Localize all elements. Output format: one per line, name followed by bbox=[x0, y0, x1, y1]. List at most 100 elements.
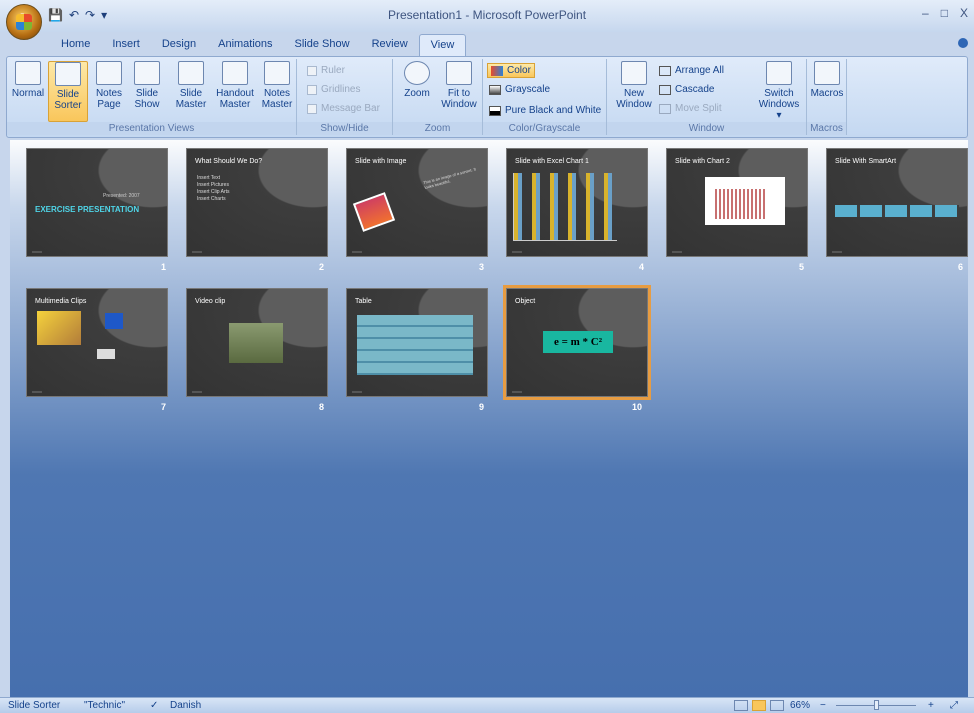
office-button[interactable] bbox=[6, 4, 42, 40]
zoom-out-button[interactable]: − bbox=[820, 700, 826, 711]
excel-chart-image bbox=[513, 173, 617, 241]
slide-title: What Should We Do? bbox=[195, 158, 263, 165]
switch-windows-icon bbox=[766, 61, 792, 85]
status-language[interactable]: Danish bbox=[170, 700, 201, 711]
new-window-label-2: Window bbox=[616, 99, 652, 110]
arrange-all-button[interactable]: Arrange All bbox=[659, 65, 724, 76]
cascade-button[interactable]: Cascade bbox=[659, 84, 714, 95]
slide-thumbnail[interactable]: Slide with Excel Chart 1 bbox=[506, 148, 648, 257]
tab-home[interactable]: Home bbox=[50, 34, 101, 56]
checkbox-icon bbox=[307, 103, 317, 114]
handout-master-label-1: Handout bbox=[216, 88, 254, 99]
normal-label: Normal bbox=[11, 88, 45, 99]
slide-thumbnail[interactable]: What Should We Do? Insert Text Insert Pi… bbox=[186, 148, 328, 257]
handout-master-button[interactable]: Handout Master bbox=[213, 61, 257, 110]
normal-view-status-icon[interactable] bbox=[734, 700, 748, 711]
macros-button[interactable]: Macros bbox=[810, 61, 844, 99]
move-split-button[interactable]: Move Split bbox=[659, 103, 722, 114]
zoom-slider-thumb[interactable] bbox=[874, 700, 879, 710]
pure-black-white-button[interactable]: Pure Black and White bbox=[489, 105, 601, 116]
slide-thumbnail-selected[interactable]: Object e = m * C² bbox=[503, 285, 651, 400]
slide-show-button[interactable]: Slide Show bbox=[129, 61, 165, 110]
minimize-button[interactable]: – bbox=[922, 6, 929, 20]
slide-number: 6 bbox=[958, 262, 964, 272]
chart-image bbox=[705, 177, 785, 225]
slide-title: Table bbox=[355, 298, 372, 305]
bullet: Insert Text bbox=[197, 175, 220, 181]
group-zoom: Zoom Fit to Window Zoom bbox=[393, 59, 483, 135]
slide-number: 4 bbox=[639, 262, 645, 272]
slide-title: Multimedia Clips bbox=[35, 298, 87, 305]
slide-footer bbox=[32, 391, 42, 393]
new-window-button[interactable]: New Window bbox=[615, 61, 653, 110]
group-macros: Macros Macros bbox=[807, 59, 847, 135]
video-frame-image bbox=[229, 323, 283, 363]
fit-to-window-button[interactable]: Fit to Window bbox=[439, 61, 479, 110]
help-icon[interactable] bbox=[958, 38, 968, 48]
fit-to-window-icon bbox=[446, 61, 472, 85]
slide-show-label-2: Show bbox=[134, 99, 160, 110]
maximize-button[interactable]: □ bbox=[941, 6, 948, 20]
message-bar-checkbox[interactable]: Message Bar bbox=[307, 103, 380, 114]
ribbon-tabs: Home Insert Design Animations Slide Show… bbox=[50, 34, 467, 56]
notes-page-button[interactable]: Notes Page bbox=[91, 61, 127, 110]
slide-sorter-button[interactable]: Slide Sorter bbox=[48, 61, 88, 122]
slide-thumbnail[interactable]: Multimedia Clips bbox=[26, 288, 168, 397]
fit-slide-icon[interactable]: ⤢ bbox=[950, 700, 958, 711]
slide-number: 2 bbox=[319, 262, 325, 272]
title-bar: 💾 ↶ ↷ ▾ Presentation1 - Microsoft PowerP… bbox=[0, 0, 974, 40]
switch-windows-button[interactable]: Switch Windows ▾ bbox=[755, 61, 803, 121]
projector-image bbox=[97, 349, 115, 359]
slide-thumbnail[interactable]: Slide with Image This is an image of a s… bbox=[346, 148, 488, 257]
slide-title: Video clip bbox=[195, 298, 226, 305]
slide-number: 3 bbox=[479, 262, 485, 272]
slide-thumbnail[interactable]: Slide With SmartArt bbox=[826, 148, 968, 257]
zoom-in-button[interactable]: + bbox=[928, 700, 934, 711]
tab-design[interactable]: Design bbox=[151, 34, 207, 56]
color-icon bbox=[491, 65, 503, 76]
new-window-label-1: New bbox=[623, 88, 644, 99]
slide-caption: This is an image of a sunset. It looks b… bbox=[422, 166, 477, 191]
tab-animations[interactable]: Animations bbox=[207, 34, 283, 56]
sunset-image bbox=[352, 192, 396, 232]
spellcheck-icon[interactable]: ✓ bbox=[150, 700, 158, 711]
slide-title: Slide with Excel Chart 1 bbox=[515, 158, 589, 165]
group-label: Window bbox=[607, 122, 806, 135]
gridlines-checkbox[interactable]: Gridlines bbox=[307, 84, 360, 95]
slide-master-button[interactable]: Slide Master bbox=[171, 61, 211, 110]
notes-master-button[interactable]: Notes Master bbox=[257, 61, 297, 110]
slide-sorter-status-icon[interactable] bbox=[752, 700, 766, 711]
zoom-level[interactable]: 66% bbox=[790, 700, 810, 711]
slide-thumbnail[interactable]: Video clip bbox=[186, 288, 328, 397]
notes-page-icon bbox=[96, 61, 122, 85]
slide-footer bbox=[192, 251, 202, 253]
bullet: Insert Pictures bbox=[197, 182, 229, 188]
slide-footer bbox=[832, 251, 842, 253]
black-white-icon bbox=[489, 105, 501, 116]
grayscale-button[interactable]: Grayscale bbox=[489, 84, 550, 95]
normal-view-button[interactable]: Normal bbox=[9, 61, 47, 99]
message-bar-label: Message Bar bbox=[321, 103, 380, 114]
tab-review[interactable]: Review bbox=[361, 34, 419, 56]
notes-page-label-1: Notes bbox=[95, 88, 123, 99]
grayscale-icon bbox=[489, 84, 501, 95]
slide-title: Slide with Chart 2 bbox=[675, 158, 730, 165]
zoom-button[interactable]: Zoom bbox=[399, 61, 435, 99]
slide-thumbnail[interactable]: Slide with Chart 2 bbox=[666, 148, 808, 257]
tab-view[interactable]: View bbox=[418, 34, 467, 56]
ruler-checkbox[interactable]: Ruler bbox=[307, 65, 345, 76]
group-label: Macros bbox=[807, 122, 846, 135]
slide-thumbnail[interactable]: Presented: 2007 EXERCISE PRESENTATION bbox=[26, 148, 168, 257]
equation-object: e = m * C² bbox=[543, 331, 613, 353]
group-label: Color/Grayscale bbox=[483, 122, 606, 135]
color-button[interactable]: Color bbox=[487, 63, 535, 78]
slide-number: 1 bbox=[161, 262, 167, 272]
slide-thumbnail[interactable]: Table bbox=[346, 288, 488, 397]
slide-number: 7 bbox=[161, 402, 167, 412]
slide-title: EXERCISE PRESENTATION bbox=[35, 205, 140, 214]
tab-insert[interactable]: Insert bbox=[101, 34, 151, 56]
slide-show-status-icon[interactable] bbox=[770, 700, 784, 711]
close-button[interactable]: X bbox=[960, 6, 968, 20]
tab-slide-show[interactable]: Slide Show bbox=[284, 34, 361, 56]
group-label: Zoom bbox=[393, 122, 482, 135]
